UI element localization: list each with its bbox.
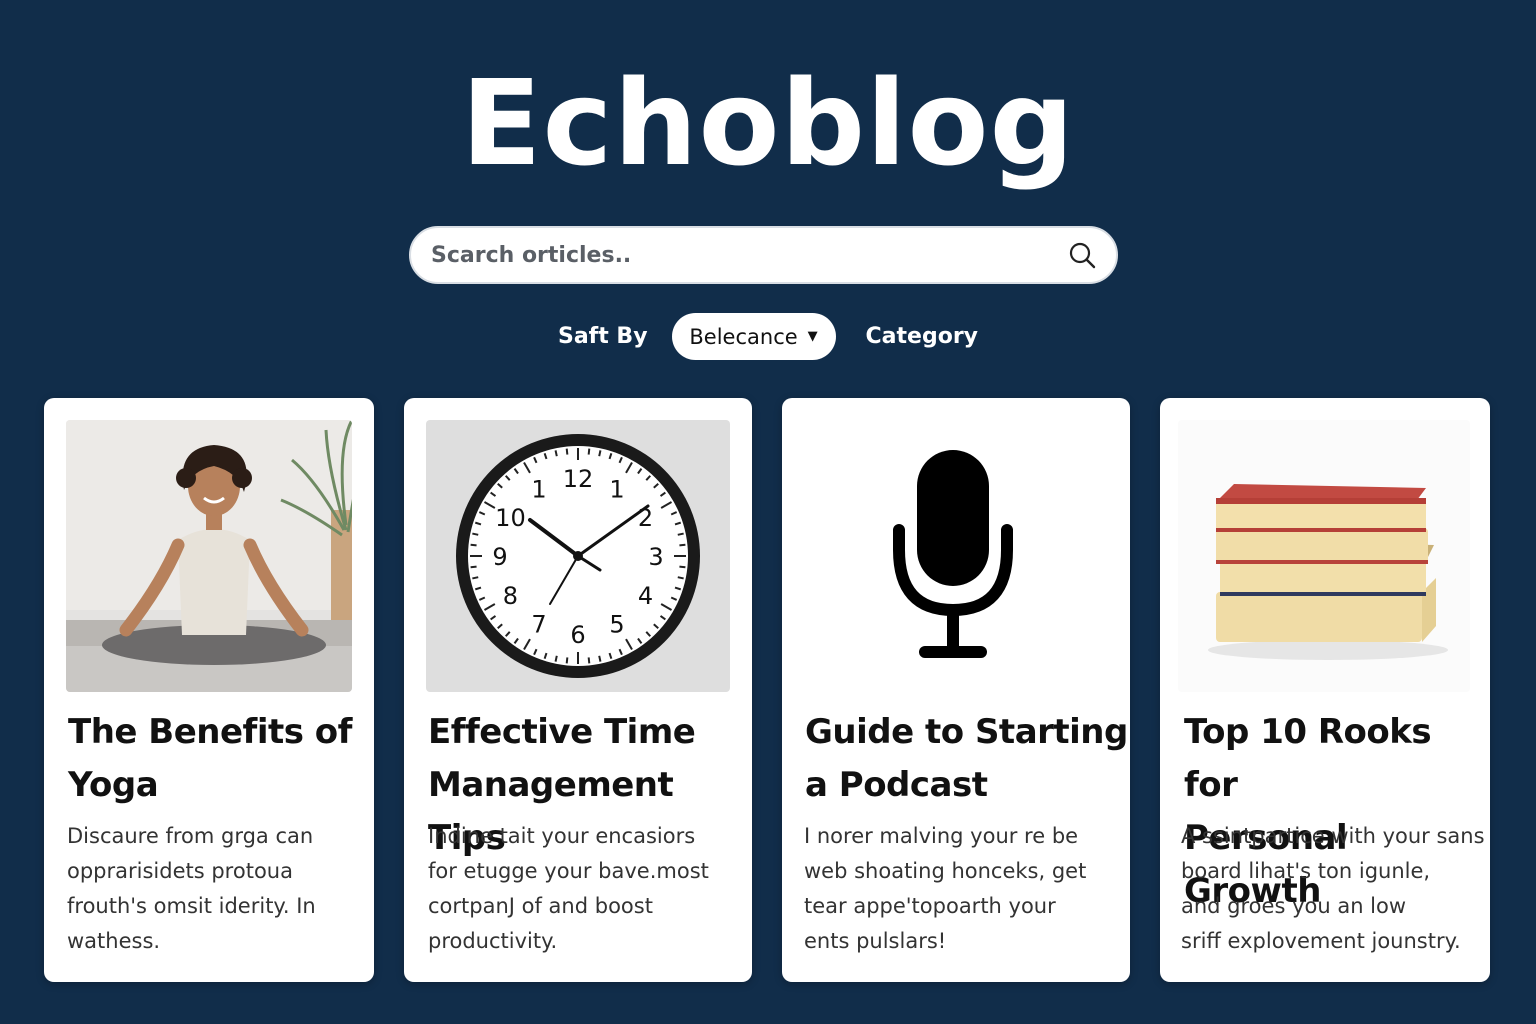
- article-excerpt: Discaure from grga can opprarisidets pro…: [67, 824, 316, 953]
- search-icon[interactable]: [1066, 239, 1098, 271]
- clock-numeral: 6: [570, 621, 585, 649]
- sort-dropdown-value: Belecance: [689, 324, 798, 349]
- clock-numeral: 5: [609, 611, 624, 639]
- clock-numeral: 8: [503, 582, 518, 610]
- article-card-yoga[interactable]: The Benefits of Yoga Discaure from grga …: [44, 398, 374, 982]
- article-card-podcast[interactable]: Guide to Starting a Podcast I norer malv…: [782, 398, 1130, 982]
- article-card-books[interactable]: Top 10 Rooks for Personal Growth A ssint…: [1160, 398, 1490, 982]
- category-filter[interactable]: Category: [866, 324, 978, 349]
- article-card-time-management[interactable]: 12 1 2 3 4 5 6 7 8 9 10 1 Effective Time Management…: [404, 398, 752, 982]
- site-title: Echoblog: [460, 54, 1076, 192]
- clock-numeral: 9: [492, 543, 507, 571]
- article-title[interactable]: The Benefits of Yoga: [68, 706, 352, 812]
- microphone-icon: [804, 420, 1108, 692]
- yoga-photo: [66, 420, 352, 692]
- article-excerpt: A ssintpartice with your sans board liha…: [1181, 824, 1485, 953]
- clock-numeral: 7: [531, 611, 546, 639]
- filter-bar: Saft By Belecance ▼ Category: [0, 313, 1536, 360]
- clock-numeral: 10: [495, 504, 526, 532]
- search-bar: [409, 226, 1118, 284]
- books-photo: [1178, 420, 1470, 692]
- article-excerpt: I norer malving your re be web shoating …: [804, 824, 1087, 953]
- search-input[interactable]: [431, 242, 1066, 268]
- clock-numeral: 3: [648, 543, 663, 571]
- sort-dropdown[interactable]: Belecance ▼: [671, 313, 836, 360]
- clock-photo: 12 1 2 3 4 5 6 7 8 9 10 1: [426, 420, 730, 692]
- clock-numeral: 4: [638, 582, 653, 610]
- caret-down-icon: ▼: [807, 329, 818, 344]
- article-title[interactable]: Guide to Starting a Podcast: [805, 706, 1128, 812]
- sort-by-label: Saft By: [557, 324, 648, 349]
- clock-numeral: 12: [563, 465, 594, 493]
- article-excerpt: Indine tait your encasiors for etugge yo…: [428, 824, 709, 953]
- clock-numeral: 1: [609, 475, 624, 503]
- clock-numeral: 1: [531, 475, 546, 503]
